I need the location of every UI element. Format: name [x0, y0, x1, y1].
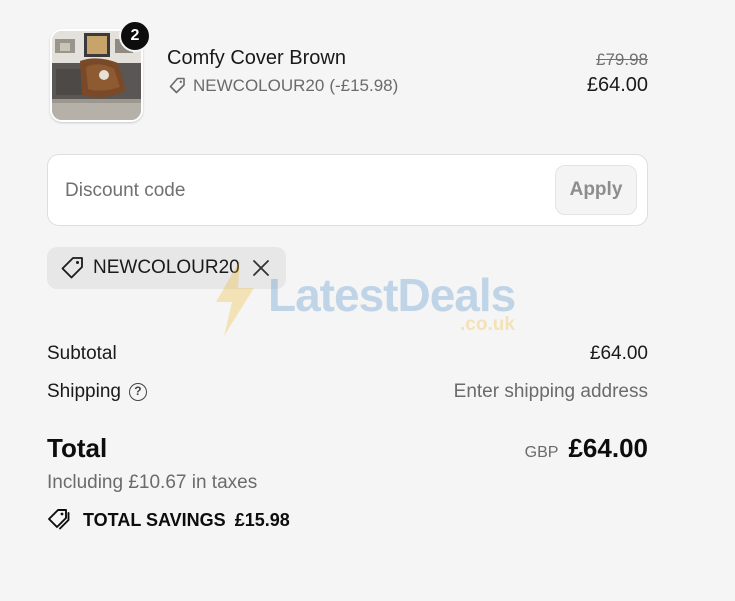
shipping-row: Shipping ?: [47, 381, 147, 403]
apply-discount-button[interactable]: Apply: [555, 165, 637, 215]
subtotal-label: Subtotal: [47, 343, 117, 364]
discount-code-input[interactable]: [63, 173, 537, 209]
watermark-domain: .co.uk: [460, 314, 515, 335]
tags-icon: [48, 509, 70, 530]
quantity-badge: 2: [119, 20, 151, 52]
product-discount-amount: (-£15.98): [329, 76, 399, 95]
discounted-price: £64.00: [586, 74, 648, 96]
savings-label: TOTAL SAVINGS: [83, 509, 226, 530]
shipping-label: Shipping: [47, 381, 121, 402]
tax-line: Including £10.67 in taxes: [47, 472, 258, 493]
tag-icon: [61, 257, 83, 279]
discount-code-box: Apply: [47, 154, 648, 226]
shipping-value: Enter shipping address: [453, 381, 648, 402]
line-item: 2 Comfy Cover Brown NEWCOLOUR20 (-£15.98…: [47, 20, 648, 122]
watermark: LatestDeals .co.uk: [210, 256, 530, 340]
total-amount: £64.00: [568, 433, 648, 463]
total-savings: TOTAL SAVINGS £15.98: [47, 507, 290, 533]
product-name: Comfy Cover Brown: [167, 47, 346, 69]
currency-code: GBP: [524, 444, 559, 461]
lightning-icon: [216, 260, 254, 336]
product-discount-code: NEWCOLOUR20: [193, 76, 325, 95]
original-price: £79.98: [596, 50, 648, 69]
subtotal-value: £64.00: [589, 343, 648, 364]
product-discount: NEWCOLOUR20 (-£15.98): [167, 76, 398, 96]
savings-value: £15.98: [234, 509, 290, 530]
question-circle-icon[interactable]: ?: [128, 383, 147, 401]
total-label: Total: [47, 433, 108, 463]
total-value: GBP £64.00: [525, 433, 648, 464]
tag-icon: [169, 77, 185, 94]
